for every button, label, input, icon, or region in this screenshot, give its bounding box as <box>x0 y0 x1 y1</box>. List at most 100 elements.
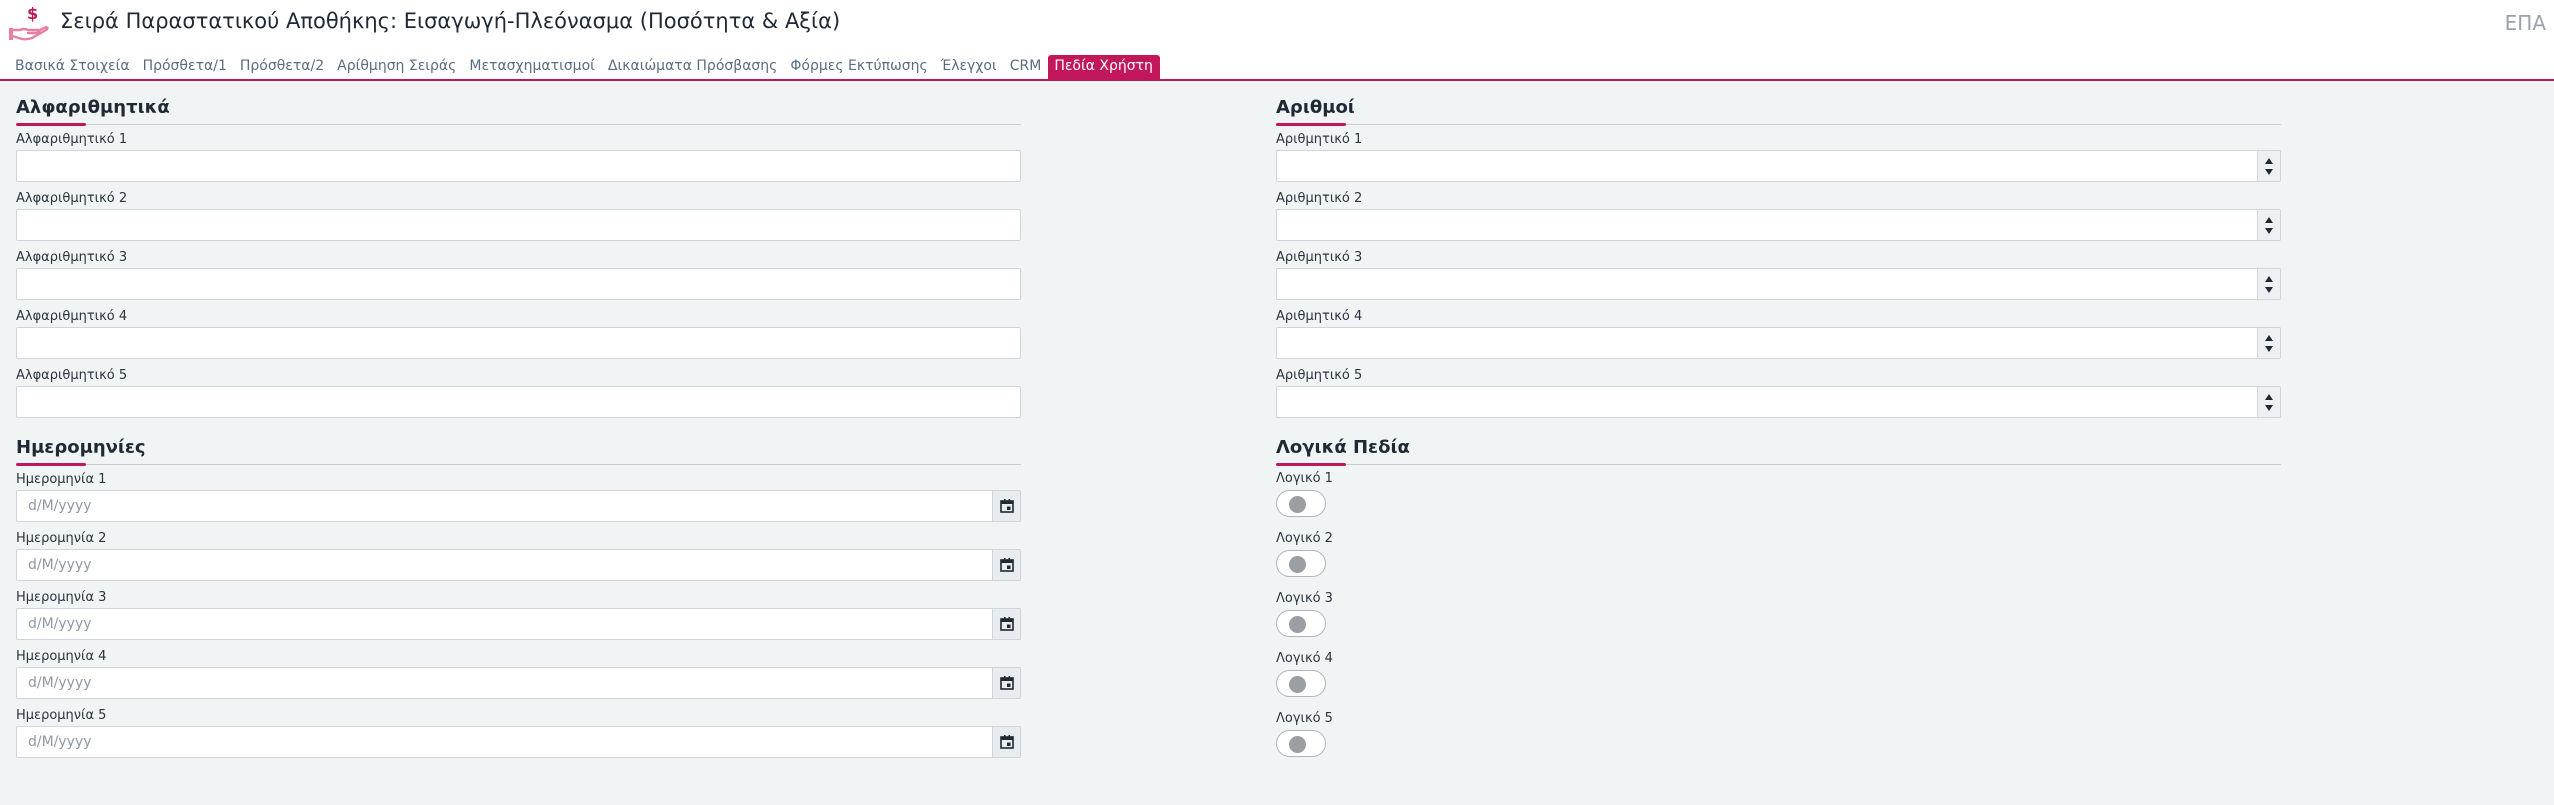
number-5-input[interactable] <box>1276 386 2281 418</box>
field-boolean-2: Λογικό 2 <box>1276 526 2281 586</box>
alpha-1-input[interactable] <box>16 150 1021 182</box>
field-label: Αριθμητικό 2 <box>1276 191 1363 206</box>
boolean-1-toggle[interactable] <box>1276 490 1326 517</box>
field-number-2: Αριθμητικό 2 <box>1276 185 2281 244</box>
field-date-3: Ημερομηνία 3 d/M/yyyy <box>16 584 1021 643</box>
section-alphanumeric: Αλφαριθμητικά Αλφαριθμητικό 1 Αλφαριθμητ… <box>16 95 1021 421</box>
tab-checks[interactable]: Έλεγχοι <box>935 55 1004 79</box>
spin-down-icon[interactable] <box>2265 169 2273 175</box>
field-label: Αριθμητικό 4 <box>1276 309 1363 324</box>
field-label: Αλφαριθμητικό 3 <box>16 250 128 265</box>
date-2-calendar-button[interactable] <box>992 549 1021 581</box>
number-1-input[interactable] <box>1276 150 2281 182</box>
number-4-spinner[interactable] <box>2257 327 2281 359</box>
spin-up-icon[interactable] <box>2265 335 2273 341</box>
spin-up-icon[interactable] <box>2265 158 2273 164</box>
field-label: Αριθμητικό 3 <box>1276 250 1363 265</box>
field-label: Ημερομηνία 1 <box>16 472 107 487</box>
field-date-5: Ημερομηνία 5 d/M/yyyy <box>16 702 1021 761</box>
spin-down-icon[interactable] <box>2265 287 2273 293</box>
date-3-calendar-button[interactable] <box>992 608 1021 640</box>
date-2-input[interactable]: d/M/yyyy <box>16 549 1021 581</box>
field-alpha-5: Αλφαριθμητικό 5 <box>16 362 1021 421</box>
tab-user-fields[interactable]: Πεδία Χρήστη <box>1048 55 1160 79</box>
date-1-input[interactable]: d/M/yyyy <box>16 490 1021 522</box>
tab-transformations[interactable]: Μετασχηματισμοί <box>463 55 602 79</box>
date-4-calendar-button[interactable] <box>992 667 1021 699</box>
field-label: Αριθμητικό 1 <box>1276 132 1363 147</box>
boolean-4-toggle[interactable] <box>1276 670 1326 697</box>
field-label: Λογικό 4 <box>1276 651 1333 666</box>
field-alpha-2: Αλφαριθμητικό 2 <box>16 185 1021 244</box>
number-1-spinner[interactable] <box>2257 150 2281 182</box>
section-dates: Ημερομηνίες Ημερομηνία 1 d/M/yyyy Ημερομ… <box>16 435 1021 761</box>
field-alpha-1: Αλφαριθμητικό 1 <box>16 126 1021 185</box>
boolean-3-toggle[interactable] <box>1276 610 1326 637</box>
field-boolean-3: Λογικό 3 <box>1276 586 2281 646</box>
spin-down-icon[interactable] <box>2265 346 2273 352</box>
left-column: Αλφαριθμητικά Αλφαριθμητικό 1 Αλφαριθμητ… <box>16 95 1021 761</box>
tab-crm[interactable]: CRM <box>1004 55 1049 79</box>
section-title: Αριθμοί <box>1276 97 1355 118</box>
alpha-4-input[interactable] <box>16 327 1021 359</box>
tab-basic-info[interactable]: Βασικά Στοιχεία <box>9 55 137 79</box>
section-numbers: Αριθμοί Αριθμητικό 1 Αριθμητικό 2 Αριθμη… <box>1276 95 2281 421</box>
toggle-knob <box>1289 496 1306 513</box>
tab-extra-1[interactable]: Πρόσθετα/1 <box>137 55 234 79</box>
page-title: Σειρά Παραστατικού Αποθήκης: Εισαγωγή-Πλ… <box>60 9 841 33</box>
field-label: Λογικό 5 <box>1276 711 1333 726</box>
number-3-input[interactable] <box>1276 268 2281 300</box>
date-5-calendar-button[interactable] <box>992 726 1021 758</box>
boolean-5-toggle[interactable] <box>1276 730 1326 757</box>
spin-down-icon[interactable] <box>2265 228 2273 234</box>
section-title: Αλφαριθμητικά <box>16 97 170 118</box>
number-2-input[interactable] <box>1276 209 2281 241</box>
spin-up-icon[interactable] <box>2265 276 2273 282</box>
field-label: Λογικό 1 <box>1276 471 1333 486</box>
page-header: $ Σειρά Παραστατικού Αποθήκης: Εισαγωγή-… <box>0 0 2554 50</box>
spin-up-icon[interactable] <box>2265 217 2273 223</box>
field-number-3: Αριθμητικό 3 <box>1276 244 2281 303</box>
calendar-icon <box>1000 499 1014 513</box>
field-date-4: Ημερομηνία 4 d/M/yyyy <box>16 643 1021 702</box>
toggle-knob <box>1289 556 1306 573</box>
series-code: ΕΠΑ <box>2504 11 2546 35</box>
field-label: Ημερομηνία 5 <box>16 708 107 723</box>
field-alpha-4: Αλφαριθμητικό 4 <box>16 303 1021 362</box>
field-label: Αλφαριθμητικό 4 <box>16 309 128 324</box>
date-1-calendar-button[interactable] <box>992 490 1021 522</box>
field-label: Αλφαριθμητικό 5 <box>16 368 128 383</box>
field-alpha-3: Αλφαριθμητικό 3 <box>16 244 1021 303</box>
number-5-spinner[interactable] <box>2257 386 2281 418</box>
tab-series-numbering[interactable]: Αρίθμηση Σειράς <box>331 55 463 79</box>
field-number-1: Αριθμητικό 1 <box>1276 126 2281 185</box>
tab-print-forms[interactable]: Φόρμες Εκτύπωσης <box>784 55 934 79</box>
form-content: Αλφαριθμητικά Αλφαριθμητικό 1 Αλφαριθμητ… <box>0 81 2554 805</box>
svg-text:$: $ <box>27 4 38 23</box>
hand-coin-icon: $ <box>9 4 49 41</box>
field-label: Ημερομηνία 3 <box>16 590 107 605</box>
field-date-2: Ημερομηνία 2 d/M/yyyy <box>16 525 1021 584</box>
field-number-5: Αριθμητικό 5 <box>1276 362 2281 421</box>
boolean-2-toggle[interactable] <box>1276 550 1326 577</box>
field-label: Αλφαριθμητικό 1 <box>16 132 128 147</box>
date-5-input[interactable]: d/M/yyyy <box>16 726 1021 758</box>
alpha-3-input[interactable] <box>16 268 1021 300</box>
number-2-spinner[interactable] <box>2257 209 2281 241</box>
tab-extra-2[interactable]: Πρόσθετα/2 <box>234 55 331 79</box>
spin-down-icon[interactable] <box>2265 405 2273 411</box>
calendar-icon <box>1000 617 1014 631</box>
alpha-2-input[interactable] <box>16 209 1021 241</box>
date-3-input[interactable]: d/M/yyyy <box>16 608 1021 640</box>
number-3-spinner[interactable] <box>2257 268 2281 300</box>
calendar-icon <box>1000 676 1014 690</box>
section-title: Λογικά Πεδία <box>1276 437 1410 458</box>
spin-up-icon[interactable] <box>2265 394 2273 400</box>
field-date-1: Ημερομηνία 1 d/M/yyyy <box>16 466 1021 525</box>
tab-access-rights[interactable]: Δικαιώματα Πρόσβασης <box>602 55 784 79</box>
field-boolean-4: Λογικό 4 <box>1276 646 2281 706</box>
date-4-input[interactable]: d/M/yyyy <box>16 667 1021 699</box>
number-4-input[interactable] <box>1276 327 2281 359</box>
alpha-5-input[interactable] <box>16 386 1021 418</box>
field-label: Ημερομηνία 2 <box>16 531 107 546</box>
